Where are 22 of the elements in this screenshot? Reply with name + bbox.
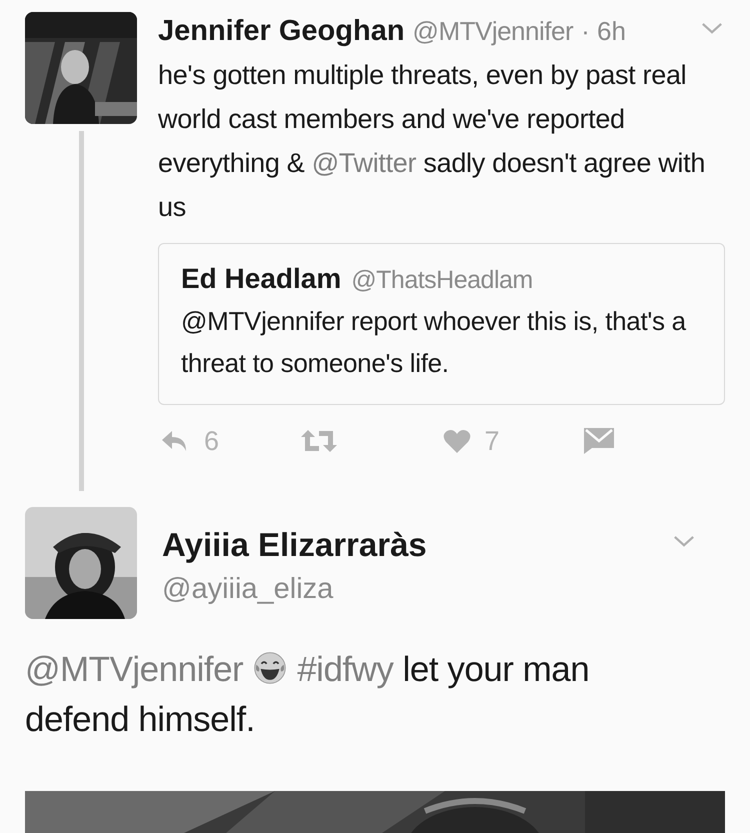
author-name: Ayiiia Elizarraràs bbox=[162, 525, 428, 565]
action-count: 6 bbox=[204, 425, 220, 458]
mention-link[interactable]: #idfwy bbox=[297, 650, 394, 689]
timestamp: · 6h bbox=[581, 15, 626, 48]
retweet-icon[interactable] bbox=[301, 428, 338, 454]
author-handle: @MTVjennifer bbox=[412, 15, 574, 48]
quoted-author-name: Ed Headlam bbox=[181, 262, 342, 296]
quoted-author-handle: @ThatsHeadlam bbox=[351, 265, 533, 296]
quoted-tweet-text: @MTVjennifer report whoever this is, that's a threat to someone's life. bbox=[181, 305, 688, 380]
laughing-emoji-icon bbox=[253, 651, 288, 685]
chevron-down-icon[interactable] bbox=[673, 535, 695, 548]
author-name: Jennifer Geoghan bbox=[158, 16, 405, 46]
tweet-text: he's gotten multiple threats, even by past real world cast members and we've reported everything & @Twitter sadly doesn't agree with us bbox=[158, 59, 706, 224]
author-handle: @ayiiia_eliza bbox=[162, 572, 334, 607]
heart-icon[interactable] bbox=[442, 428, 470, 454]
mention-link[interactable]: @MTVjennifer bbox=[25, 650, 244, 689]
action-count: 7 bbox=[484, 425, 500, 458]
mention-link[interactable]: @Twitter bbox=[312, 148, 416, 178]
envelope-icon[interactable] bbox=[584, 428, 614, 454]
chevron-down-icon[interactable] bbox=[701, 22, 723, 35]
tweet-text: @MTVjennifer #idfwy let your man defend himself. bbox=[25, 649, 590, 741]
quoted-tweet-card[interactable]: Ed Headlam @ThatsHeadlam @MTVjennifer report whoever this is, that's a threat to someone's life. bbox=[158, 243, 725, 405]
